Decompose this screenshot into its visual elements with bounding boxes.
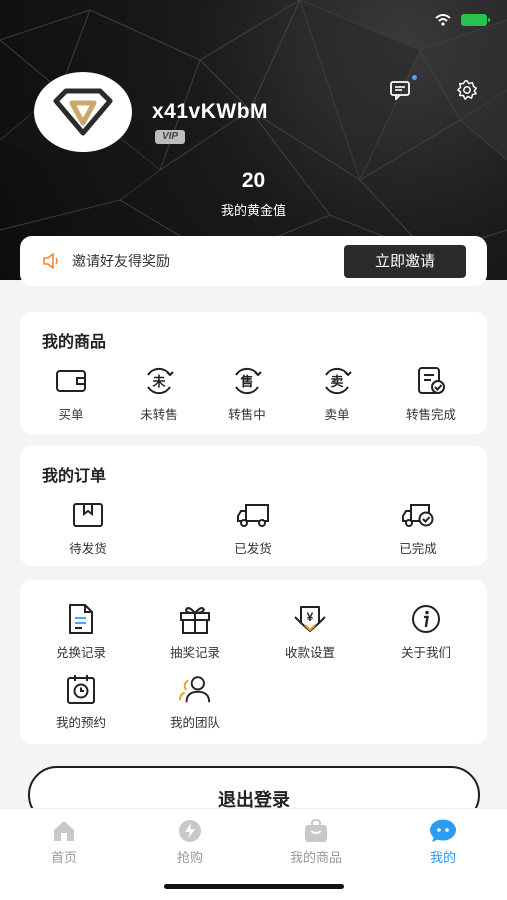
wallet-icon <box>54 364 88 398</box>
truck-check-icon <box>401 498 435 532</box>
service-item-my-reservation[interactable]: 我的预约 <box>36 672 126 731</box>
my-goods-card: 我的商品 买单 未 未转售 售 转售中 卖 卖单 转售完成 <box>20 312 487 434</box>
resale-done-icon <box>414 364 448 398</box>
goods-item-reselling[interactable]: 售 转售中 <box>202 364 292 423</box>
service-item-my-team[interactable]: 我的团队 <box>150 672 240 731</box>
my-orders-title: 我的订单 <box>42 468 107 485</box>
order-item-pending[interactable]: 待发货 <box>43 498 133 557</box>
goods-item-sell-order[interactable]: 卖 卖单 <box>292 364 382 423</box>
invite-label: 邀请好友得奖励 <box>72 253 170 269</box>
speaker-icon <box>43 253 58 269</box>
info-icon <box>409 602 443 636</box>
chat-bubble-icon <box>430 819 456 842</box>
tab-mine[interactable]: 我的 <box>393 819 493 866</box>
my-goods-title: 我的商品 <box>42 334 107 351</box>
order-item-shipped[interactable]: 已发货 <box>208 498 298 557</box>
document-icon <box>64 602 98 636</box>
svg-text:未: 未 <box>151 374 166 389</box>
service-item-exchange-record[interactable]: 兑换记录 <box>36 602 126 661</box>
package-icon <box>71 498 105 532</box>
avatar[interactable] <box>34 72 132 152</box>
team-icon <box>178 672 212 706</box>
gold-value: 20 <box>241 169 266 192</box>
gear-icon[interactable] <box>456 79 478 101</box>
bag-icon <box>305 819 327 842</box>
svg-text:¥: ¥ <box>307 610 314 624</box>
svg-text:售: 售 <box>240 374 253 389</box>
reselling-icon: 售 <box>230 364 264 398</box>
svg-text:卖: 卖 <box>330 374 343 389</box>
status-bar <box>435 14 490 26</box>
services-card: 兑换记录 抽奖记录 ¥ 收款设置 关于我们 我的预约 我的团队 <box>20 580 487 744</box>
unsold-icon: 未 <box>142 364 176 398</box>
invite-banner: 邀请好友得奖励 立即邀请 <box>20 236 487 286</box>
tab-my-goods[interactable]: 我的商品 <box>266 819 366 866</box>
message-icon[interactable] <box>389 80 411 100</box>
home-icon <box>54 821 74 841</box>
gold-label: 我的黄金值 <box>220 203 286 218</box>
username: x41vKWbM <box>152 100 269 123</box>
flash-icon <box>179 820 201 842</box>
home-indicator <box>164 884 344 889</box>
goods-item-unsold[interactable]: 未 未转售 <box>114 364 204 423</box>
reservation-icon <box>64 672 98 706</box>
gift-icon <box>178 602 212 636</box>
sell-order-icon: 卖 <box>320 364 354 398</box>
service-item-lottery-record[interactable]: 抽奖记录 <box>150 602 240 661</box>
tab-flash-sale[interactable]: 抢购 <box>140 819 240 866</box>
invite-button[interactable]: 立即邀请 <box>344 244 466 278</box>
payment-icon: ¥ <box>293 602 327 636</box>
goods-item-buy[interactable]: 买单 <box>26 364 116 423</box>
my-orders-card: 我的订单 待发货 已发货 已完成 <box>20 446 487 566</box>
truck-icon <box>236 498 270 532</box>
order-item-completed[interactable]: 已完成 <box>373 498 463 557</box>
diamond-logo-icon <box>53 88 113 136</box>
wifi-icon <box>435 14 451 26</box>
service-item-payment-settings[interactable]: ¥ 收款设置 <box>265 602 355 661</box>
notification-dot <box>412 75 417 80</box>
goods-item-resale-done[interactable]: 转售完成 <box>386 364 476 423</box>
battery-icon <box>461 14 490 26</box>
tab-home[interactable]: 首页 <box>14 819 114 866</box>
vip-badge: VIP <box>155 130 185 144</box>
service-item-about-us[interactable]: 关于我们 <box>381 602 471 661</box>
